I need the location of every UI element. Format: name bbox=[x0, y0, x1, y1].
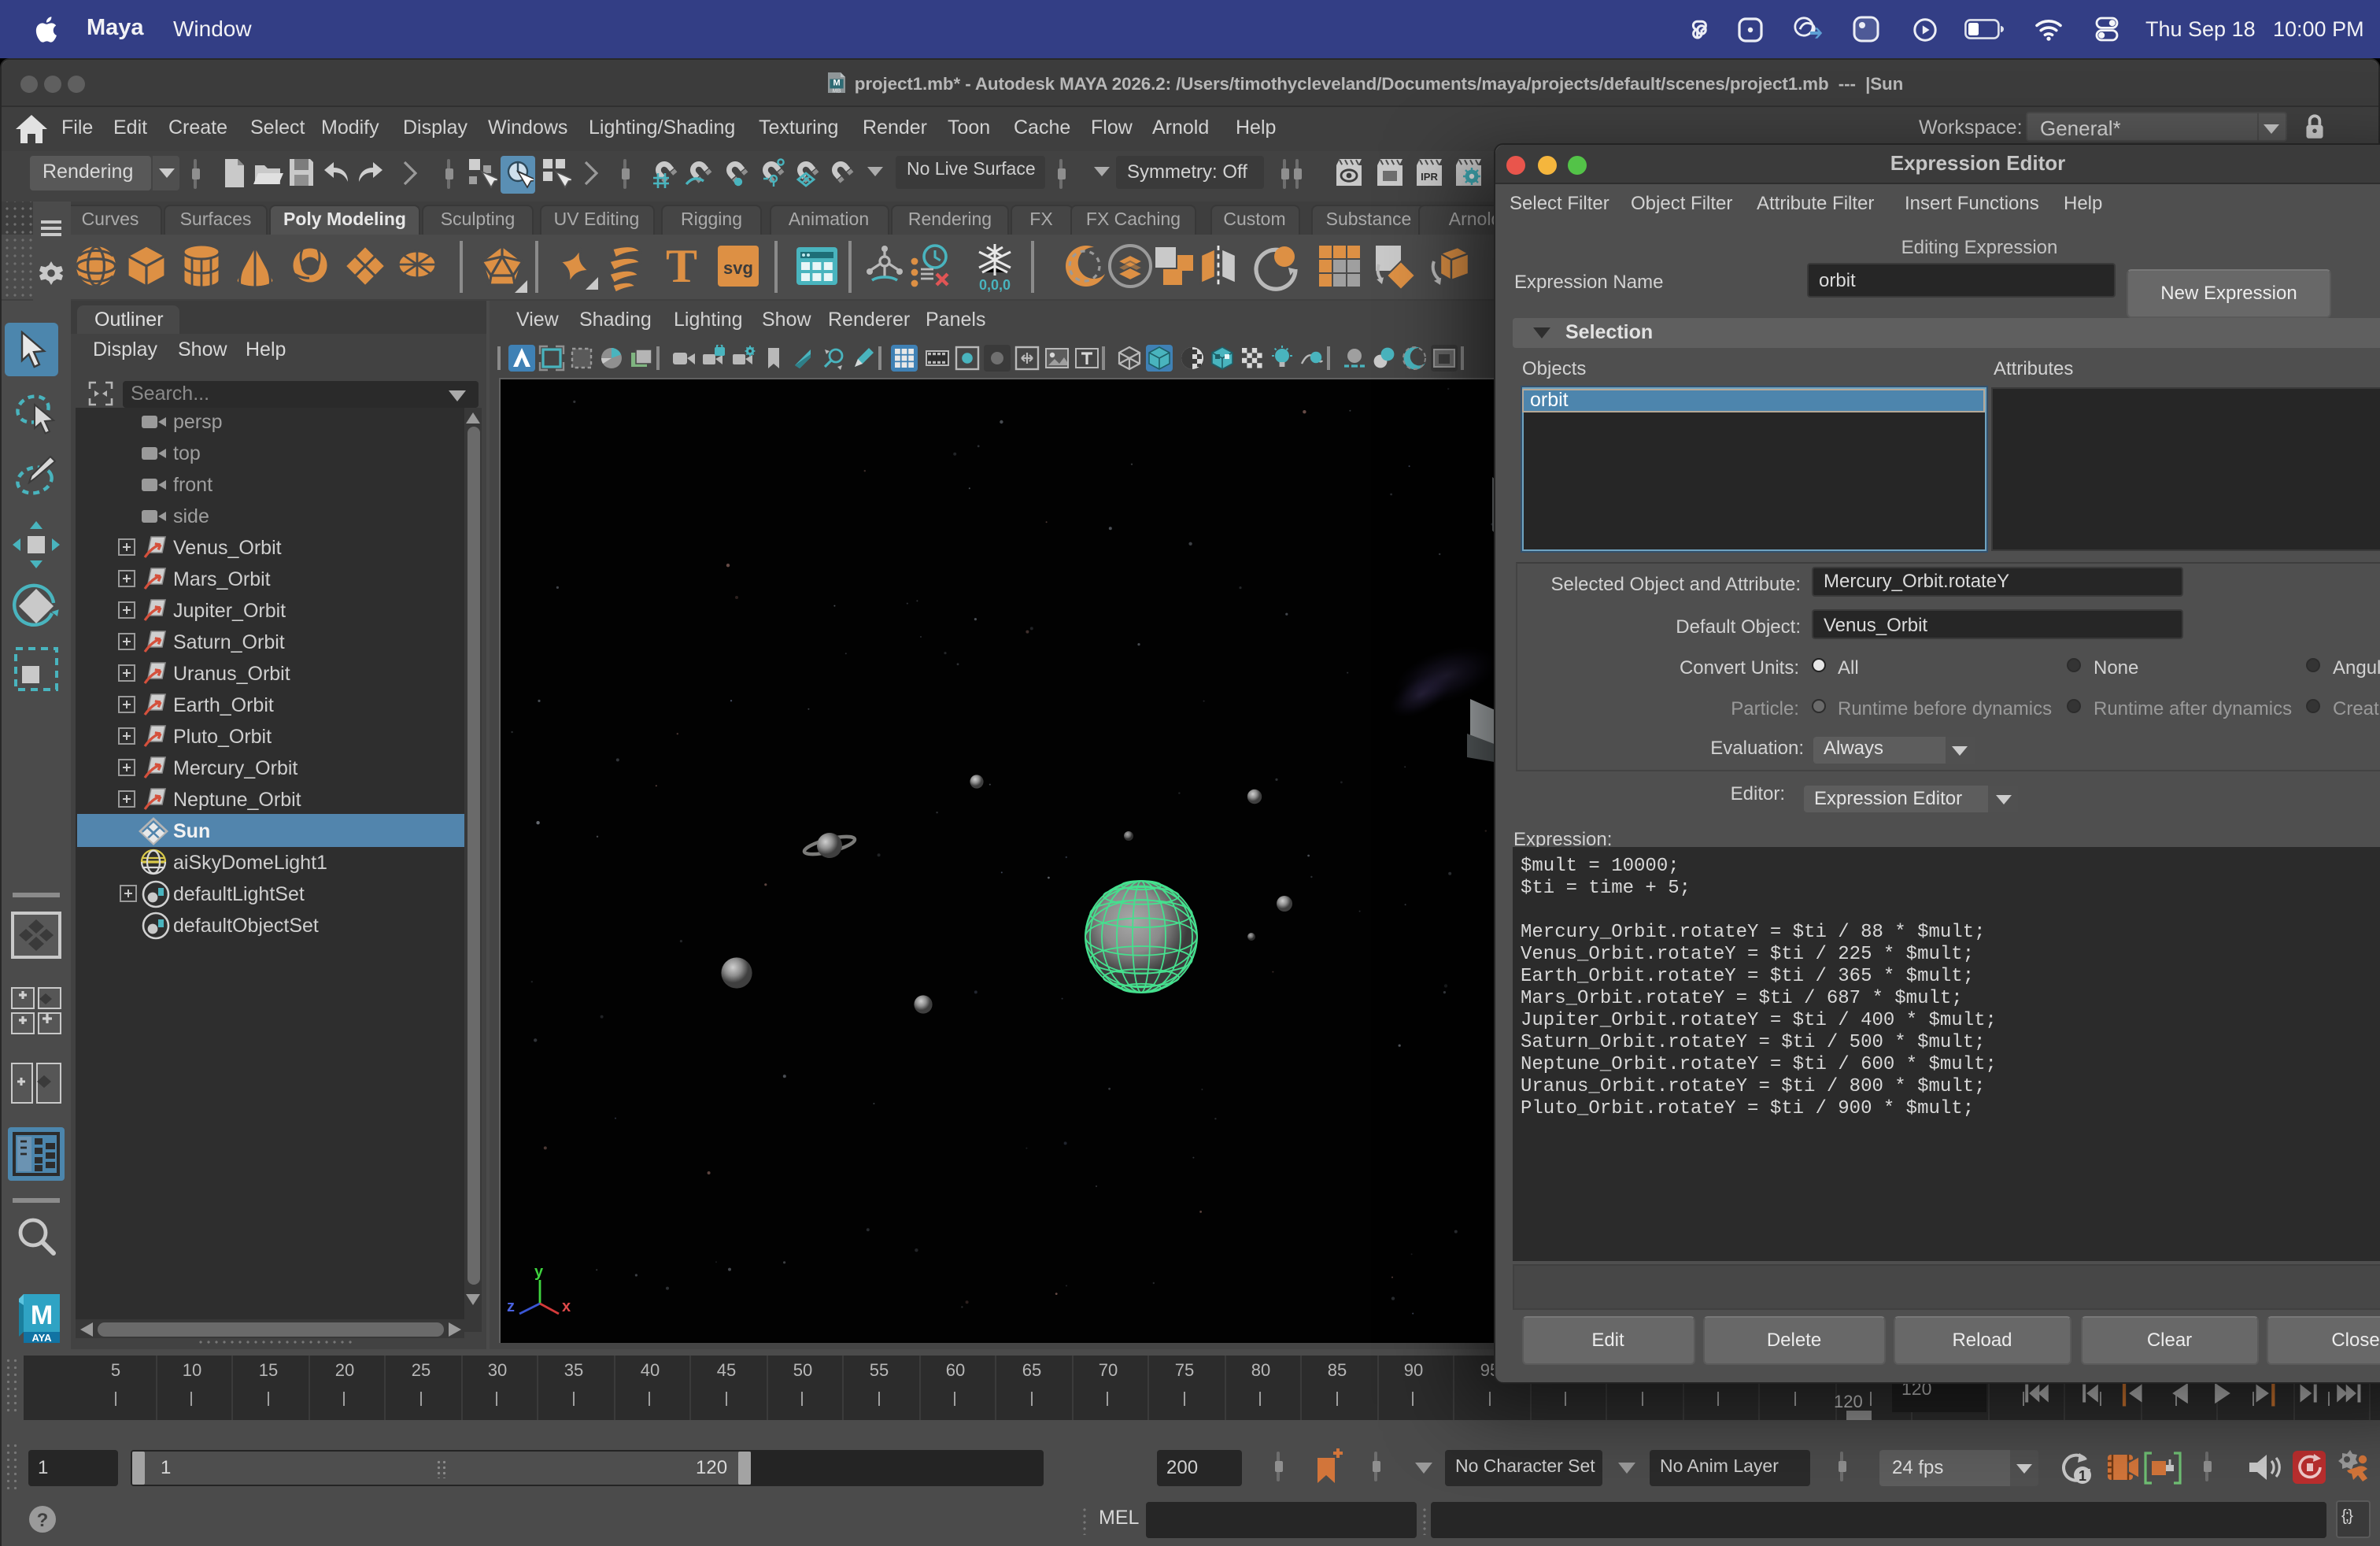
svg-text:z: z bbox=[507, 1298, 515, 1315]
svg-text:1: 1 bbox=[2079, 1468, 2086, 1484]
svg-text:MB: MB bbox=[832, 87, 841, 94]
svg-text:IPR: IPR bbox=[1420, 171, 1437, 183]
svg-text:?: ? bbox=[37, 1510, 49, 1531]
svg-text:x: x bbox=[562, 1298, 571, 1315]
svg-text:y: y bbox=[534, 1263, 544, 1281]
svg-text:svg: svg bbox=[723, 258, 753, 278]
svg-text:M: M bbox=[31, 1300, 53, 1330]
svg-text:T: T bbox=[666, 242, 697, 290]
svg-text:0,0,0: 0,0,0 bbox=[979, 277, 1011, 293]
svg-text:AYA: AYA bbox=[31, 1332, 52, 1343]
